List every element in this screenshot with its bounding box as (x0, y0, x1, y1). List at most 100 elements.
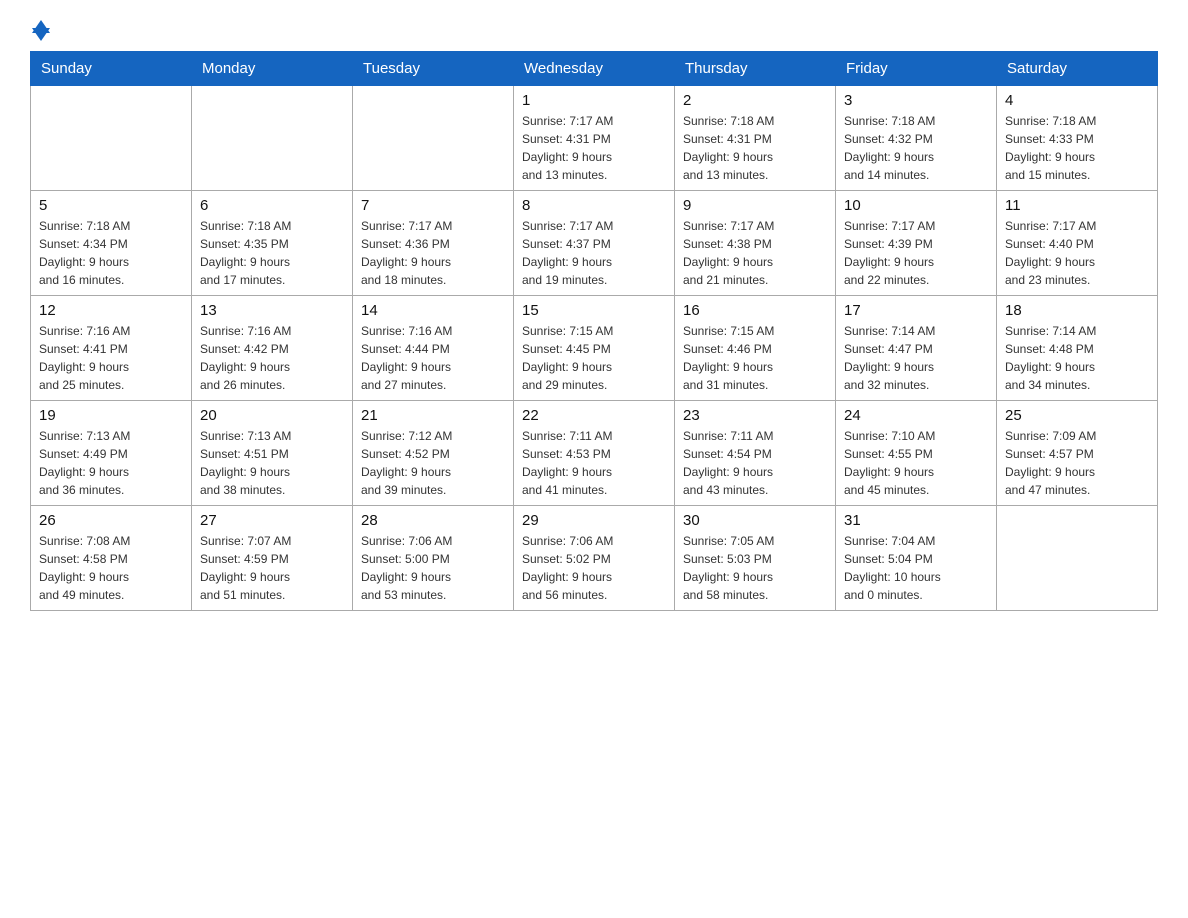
calendar-day-cell: 3 Sunrise: 7:18 AM Sunset: 4:32 PM Daylig… (836, 86, 997, 191)
day-number: 4 (1005, 92, 1149, 109)
calendar-week-row: 1 Sunrise: 7:17 AM Sunset: 4:31 PM Daylig… (31, 86, 1158, 191)
day-number: 28 (361, 512, 505, 529)
day-info: Sunrise: 7:17 AM Sunset: 4:31 PM Dayligh… (522, 112, 666, 184)
day-number: 17 (844, 302, 988, 319)
calendar-day-cell: 6Sunrise: 7:18 AM Sunset: 4:35 PM Daylig… (192, 191, 353, 296)
day-info: Sunrise: 7:16 AM Sunset: 4:42 PM Dayligh… (200, 322, 344, 394)
day-info: Sunrise: 7:11 AM Sunset: 4:53 PM Dayligh… (522, 427, 666, 499)
day-of-week-header: Sunday (31, 52, 192, 86)
day-info: Sunrise: 7:07 AM Sunset: 4:59 PM Dayligh… (200, 532, 344, 604)
day-number: 30 (683, 512, 827, 529)
calendar-day-cell: 29 Sunrise: 7:06 AM Sunset: 5:02 PM Dayli… (514, 506, 675, 611)
calendar-day-cell: 13 Sunrise: 7:16 AM Sunset: 4:42 PM Dayli… (192, 296, 353, 401)
calendar-day-cell: 19Sunrise: 7:13 AM Sunset: 4:49 PM Dayli… (31, 401, 192, 506)
calendar-day-cell: 30 Sunrise: 7:05 AM Sunset: 5:03 PM Dayli… (675, 506, 836, 611)
calendar-day-cell: 24 Sunrise: 7:10 AM Sunset: 4:55 PM Dayli… (836, 401, 997, 506)
day-number: 31 (844, 512, 988, 529)
calendar-day-cell: 9 Sunrise: 7:17 AM Sunset: 4:38 PM Daylig… (675, 191, 836, 296)
calendar-table: SundayMondayTuesdayWednesdayThursdayFrid… (30, 51, 1158, 611)
calendar-day-cell: 21 Sunrise: 7:12 AM Sunset: 4:52 PM Dayli… (353, 401, 514, 506)
calendar-day-cell (31, 86, 192, 191)
day-of-week-header: Friday (836, 52, 997, 86)
day-info: Sunrise: 7:14 AM Sunset: 4:48 PM Dayligh… (1005, 322, 1149, 394)
day-info: Sunrise: 7:11 AM Sunset: 4:54 PM Dayligh… (683, 427, 827, 499)
calendar-day-cell: 17 Sunrise: 7:14 AM Sunset: 4:47 PM Dayli… (836, 296, 997, 401)
day-number: 23 (683, 407, 827, 424)
calendar-day-cell: 26Sunrise: 7:08 AM Sunset: 4:58 PM Dayli… (31, 506, 192, 611)
calendar-day-cell (192, 86, 353, 191)
day-info: Sunrise: 7:13 AM Sunset: 4:51 PM Dayligh… (200, 427, 344, 499)
day-info: Sunrise: 7:05 AM Sunset: 5:03 PM Dayligh… (683, 532, 827, 604)
calendar-day-cell: 28 Sunrise: 7:06 AM Sunset: 5:00 PM Dayli… (353, 506, 514, 611)
calendar-day-cell: 12 Sunrise: 7:16 AM Sunset: 4:41 PM Dayli… (31, 296, 192, 401)
day-info: Sunrise: 7:17 AM Sunset: 4:37 PM Dayligh… (522, 217, 666, 289)
day-info: Sunrise: 7:09 AM Sunset: 4:57 PM Dayligh… (1005, 427, 1149, 499)
day-number: 12 (39, 302, 183, 319)
calendar-day-cell: 4 Sunrise: 7:18 AM Sunset: 4:33 PM Daylig… (997, 86, 1158, 191)
header (30, 20, 1158, 41)
day-number: 11 (1005, 197, 1149, 214)
day-number: 13 (200, 302, 344, 319)
day-info: Sunrise: 7:17 AM Sunset: 4:36 PM Dayligh… (361, 217, 505, 289)
day-info: Sunrise: 7:16 AM Sunset: 4:44 PM Dayligh… (361, 322, 505, 394)
day-info: Sunrise: 7:16 AM Sunset: 4:41 PM Dayligh… (39, 322, 183, 394)
day-info: Sunrise: 7:18 AM Sunset: 4:33 PM Dayligh… (1005, 112, 1149, 184)
day-info: Sunrise: 7:04 AM Sunset: 5:04 PM Dayligh… (844, 532, 988, 604)
calendar-day-cell: 5 Sunrise: 7:18 AM Sunset: 4:34 PM Daylig… (31, 191, 192, 296)
calendar-day-cell: 16 Sunrise: 7:15 AM Sunset: 4:46 PM Dayli… (675, 296, 836, 401)
day-info: Sunrise: 7:15 AM Sunset: 4:46 PM Dayligh… (683, 322, 827, 394)
day-number: 14 (361, 302, 505, 319)
day-number: 1 (522, 92, 666, 109)
day-number: 22 (522, 407, 666, 424)
day-info: Sunrise: 7:10 AM Sunset: 4:55 PM Dayligh… (844, 427, 988, 499)
day-of-week-header: Saturday (997, 52, 1158, 86)
calendar-day-cell (997, 506, 1158, 611)
calendar-day-cell: 8Sunrise: 7:17 AM Sunset: 4:37 PM Daylig… (514, 191, 675, 296)
day-number: 25 (1005, 407, 1149, 424)
day-number: 19 (39, 407, 183, 424)
day-info: Sunrise: 7:12 AM Sunset: 4:52 PM Dayligh… (361, 427, 505, 499)
day-number: 3 (844, 92, 988, 109)
calendar-week-row: 26Sunrise: 7:08 AM Sunset: 4:58 PM Dayli… (31, 506, 1158, 611)
day-number: 29 (522, 512, 666, 529)
day-info: Sunrise: 7:06 AM Sunset: 5:00 PM Dayligh… (361, 532, 505, 604)
calendar-day-cell (353, 86, 514, 191)
calendar-day-cell: 1 Sunrise: 7:17 AM Sunset: 4:31 PM Daylig… (514, 86, 675, 191)
calendar-day-cell: 31 Sunrise: 7:04 AM Sunset: 5:04 PM Dayli… (836, 506, 997, 611)
day-info: Sunrise: 7:17 AM Sunset: 4:38 PM Dayligh… (683, 217, 827, 289)
day-number: 10 (844, 197, 988, 214)
day-number: 16 (683, 302, 827, 319)
calendar-day-cell: 23 Sunrise: 7:11 AM Sunset: 4:54 PM Dayli… (675, 401, 836, 506)
day-number: 2 (683, 92, 827, 109)
day-of-week-header: Thursday (675, 52, 836, 86)
calendar-day-cell: 10 Sunrise: 7:17 AM Sunset: 4:39 PM Dayli… (836, 191, 997, 296)
day-number: 9 (683, 197, 827, 214)
day-number: 5 (39, 197, 183, 214)
day-info: Sunrise: 7:17 AM Sunset: 4:40 PM Dayligh… (1005, 217, 1149, 289)
day-number: 21 (361, 407, 505, 424)
day-info: Sunrise: 7:06 AM Sunset: 5:02 PM Dayligh… (522, 532, 666, 604)
day-info: Sunrise: 7:17 AM Sunset: 4:39 PM Dayligh… (844, 217, 988, 289)
logo (30, 20, 50, 41)
calendar-day-cell: 20 Sunrise: 7:13 AM Sunset: 4:51 PM Dayli… (192, 401, 353, 506)
day-number: 15 (522, 302, 666, 319)
day-info: Sunrise: 7:08 AM Sunset: 4:58 PM Dayligh… (39, 532, 183, 604)
day-info: Sunrise: 7:18 AM Sunset: 4:34 PM Dayligh… (39, 217, 183, 289)
calendar-header-row: SundayMondayTuesdayWednesdayThursdayFrid… (31, 52, 1158, 86)
calendar-week-row: 19Sunrise: 7:13 AM Sunset: 4:49 PM Dayli… (31, 401, 1158, 506)
day-number: 20 (200, 407, 344, 424)
day-number: 27 (200, 512, 344, 529)
calendar-week-row: 5 Sunrise: 7:18 AM Sunset: 4:34 PM Daylig… (31, 191, 1158, 296)
day-of-week-header: Tuesday (353, 52, 514, 86)
calendar-day-cell: 7Sunrise: 7:17 AM Sunset: 4:36 PM Daylig… (353, 191, 514, 296)
day-number: 24 (844, 407, 988, 424)
calendar-day-cell: 22 Sunrise: 7:11 AM Sunset: 4:53 PM Dayli… (514, 401, 675, 506)
calendar-week-row: 12 Sunrise: 7:16 AM Sunset: 4:41 PM Dayli… (31, 296, 1158, 401)
day-number: 18 (1005, 302, 1149, 319)
calendar-day-cell: 15Sunrise: 7:15 AM Sunset: 4:45 PM Dayli… (514, 296, 675, 401)
calendar-day-cell: 18 Sunrise: 7:14 AM Sunset: 4:48 PM Dayli… (997, 296, 1158, 401)
day-of-week-header: Wednesday (514, 52, 675, 86)
day-info: Sunrise: 7:18 AM Sunset: 4:32 PM Dayligh… (844, 112, 988, 184)
day-info: Sunrise: 7:14 AM Sunset: 4:47 PM Dayligh… (844, 322, 988, 394)
calendar-day-cell: 14 Sunrise: 7:16 AM Sunset: 4:44 PM Dayli… (353, 296, 514, 401)
